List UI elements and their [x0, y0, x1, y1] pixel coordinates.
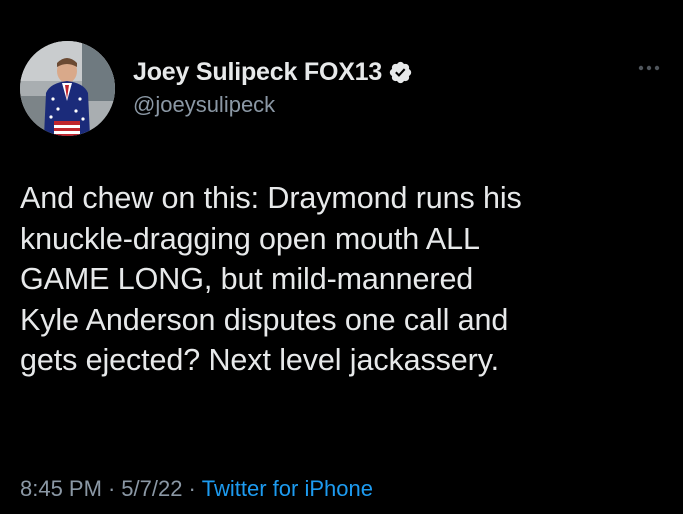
avatar[interactable] — [20, 41, 115, 136]
author-handle[interactable]: @joeysulipeck — [133, 92, 413, 118]
tweet-metadata: 8:45 PM · 5/7/22 · Twitter for iPhone — [20, 476, 373, 502]
author-name-row: Joey Sulipeck FOX13 — [133, 57, 413, 87]
tweet-author[interactable]: Joey Sulipeck FOX13 @joeysulipeck — [133, 57, 413, 118]
author-display-name[interactable]: Joey Sulipeck FOX13 — [133, 58, 382, 87]
verified-badge-icon — [388, 60, 413, 85]
tweet-date[interactable]: 5/7/22 — [121, 476, 182, 501]
tweet-text: And chew on this: Draymond runs his knuc… — [20, 181, 522, 377]
tweet-time[interactable]: 8:45 PM — [20, 476, 102, 501]
tweet-card: Joey Sulipeck FOX13 @joeysulipeck And ch… — [0, 0, 683, 514]
profile-photo-icon — [20, 41, 115, 136]
more-horizontal-icon[interactable] — [636, 60, 662, 76]
meta-separator: · — [188, 476, 196, 501]
meta-separator: · — [107, 476, 116, 501]
tweet-source-link[interactable]: Twitter for iPhone — [202, 476, 373, 501]
